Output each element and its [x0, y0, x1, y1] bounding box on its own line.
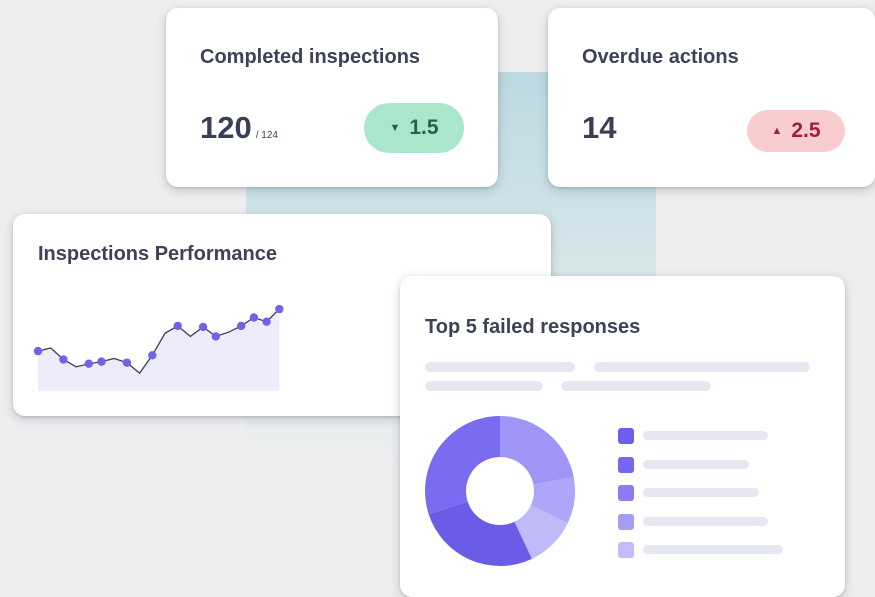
legend-swatch — [618, 428, 634, 444]
donut-slice — [425, 416, 500, 515]
chart-area-fill — [38, 309, 280, 391]
legend-skeleton-label — [643, 516, 768, 526]
donut-slice — [500, 416, 574, 485]
legend-swatch — [618, 485, 634, 501]
delta-value: 1.5 — [409, 116, 439, 139]
donut-slice — [428, 501, 532, 566]
chart-point — [122, 358, 132, 367]
legend-skeleton-label — [643, 459, 749, 469]
legend-skeleton-label — [643, 431, 768, 440]
delta-value: 2.5 — [791, 119, 821, 142]
failed-responses-donut-chart — [425, 416, 575, 566]
chart-point — [275, 304, 284, 314]
caret-up-icon: ▲ — [771, 125, 783, 137]
skeleton-line — [425, 362, 575, 372]
card-title: Top 5 failed responses — [425, 316, 641, 338]
skeleton-line — [594, 362, 810, 372]
chart-point — [148, 351, 157, 360]
chart-point — [97, 357, 106, 366]
card-title: Completed inspections — [200, 46, 421, 68]
chart-point — [33, 346, 43, 356]
completed-value: 120/ 124 — [200, 110, 278, 146]
skeleton-line — [561, 381, 711, 391]
completed-count: 120 — [200, 110, 252, 145]
chart-point — [211, 332, 220, 341]
top-failed-responses-card[interactable]: Top 5 failed responses — [400, 276, 845, 597]
legend-swatch — [618, 513, 634, 530]
card-title: Inspections Performance — [38, 243, 277, 265]
overdue-value: 14 — [582, 110, 617, 145]
caret-down-icon: ▼ — [389, 122, 401, 134]
chart-point — [249, 313, 259, 322]
legend-swatch — [618, 456, 634, 473]
chart-point — [84, 359, 93, 368]
skeleton-line — [425, 381, 543, 391]
chart-point — [59, 355, 68, 364]
overdue-delta-badge: ▲ 2.5 — [747, 110, 845, 152]
legend-swatch — [618, 542, 634, 558]
chart-point — [198, 322, 208, 332]
completed-inspections-card[interactable]: Completed inspections 120/ 124 ▼ 1.5 — [166, 8, 498, 187]
chart-point — [173, 321, 182, 331]
completed-total: / 124 — [255, 130, 278, 141]
overdue-actions-card[interactable]: Overdue actions 14 ▲ 2.5 — [548, 8, 875, 187]
card-title: Overdue actions — [582, 46, 739, 68]
legend-skeleton-label — [643, 545, 783, 554]
chart-point — [237, 321, 246, 331]
chart-point — [262, 317, 271, 326]
completed-delta-badge: ▼ 1.5 — [364, 103, 464, 153]
legend-skeleton-label — [643, 488, 759, 497]
